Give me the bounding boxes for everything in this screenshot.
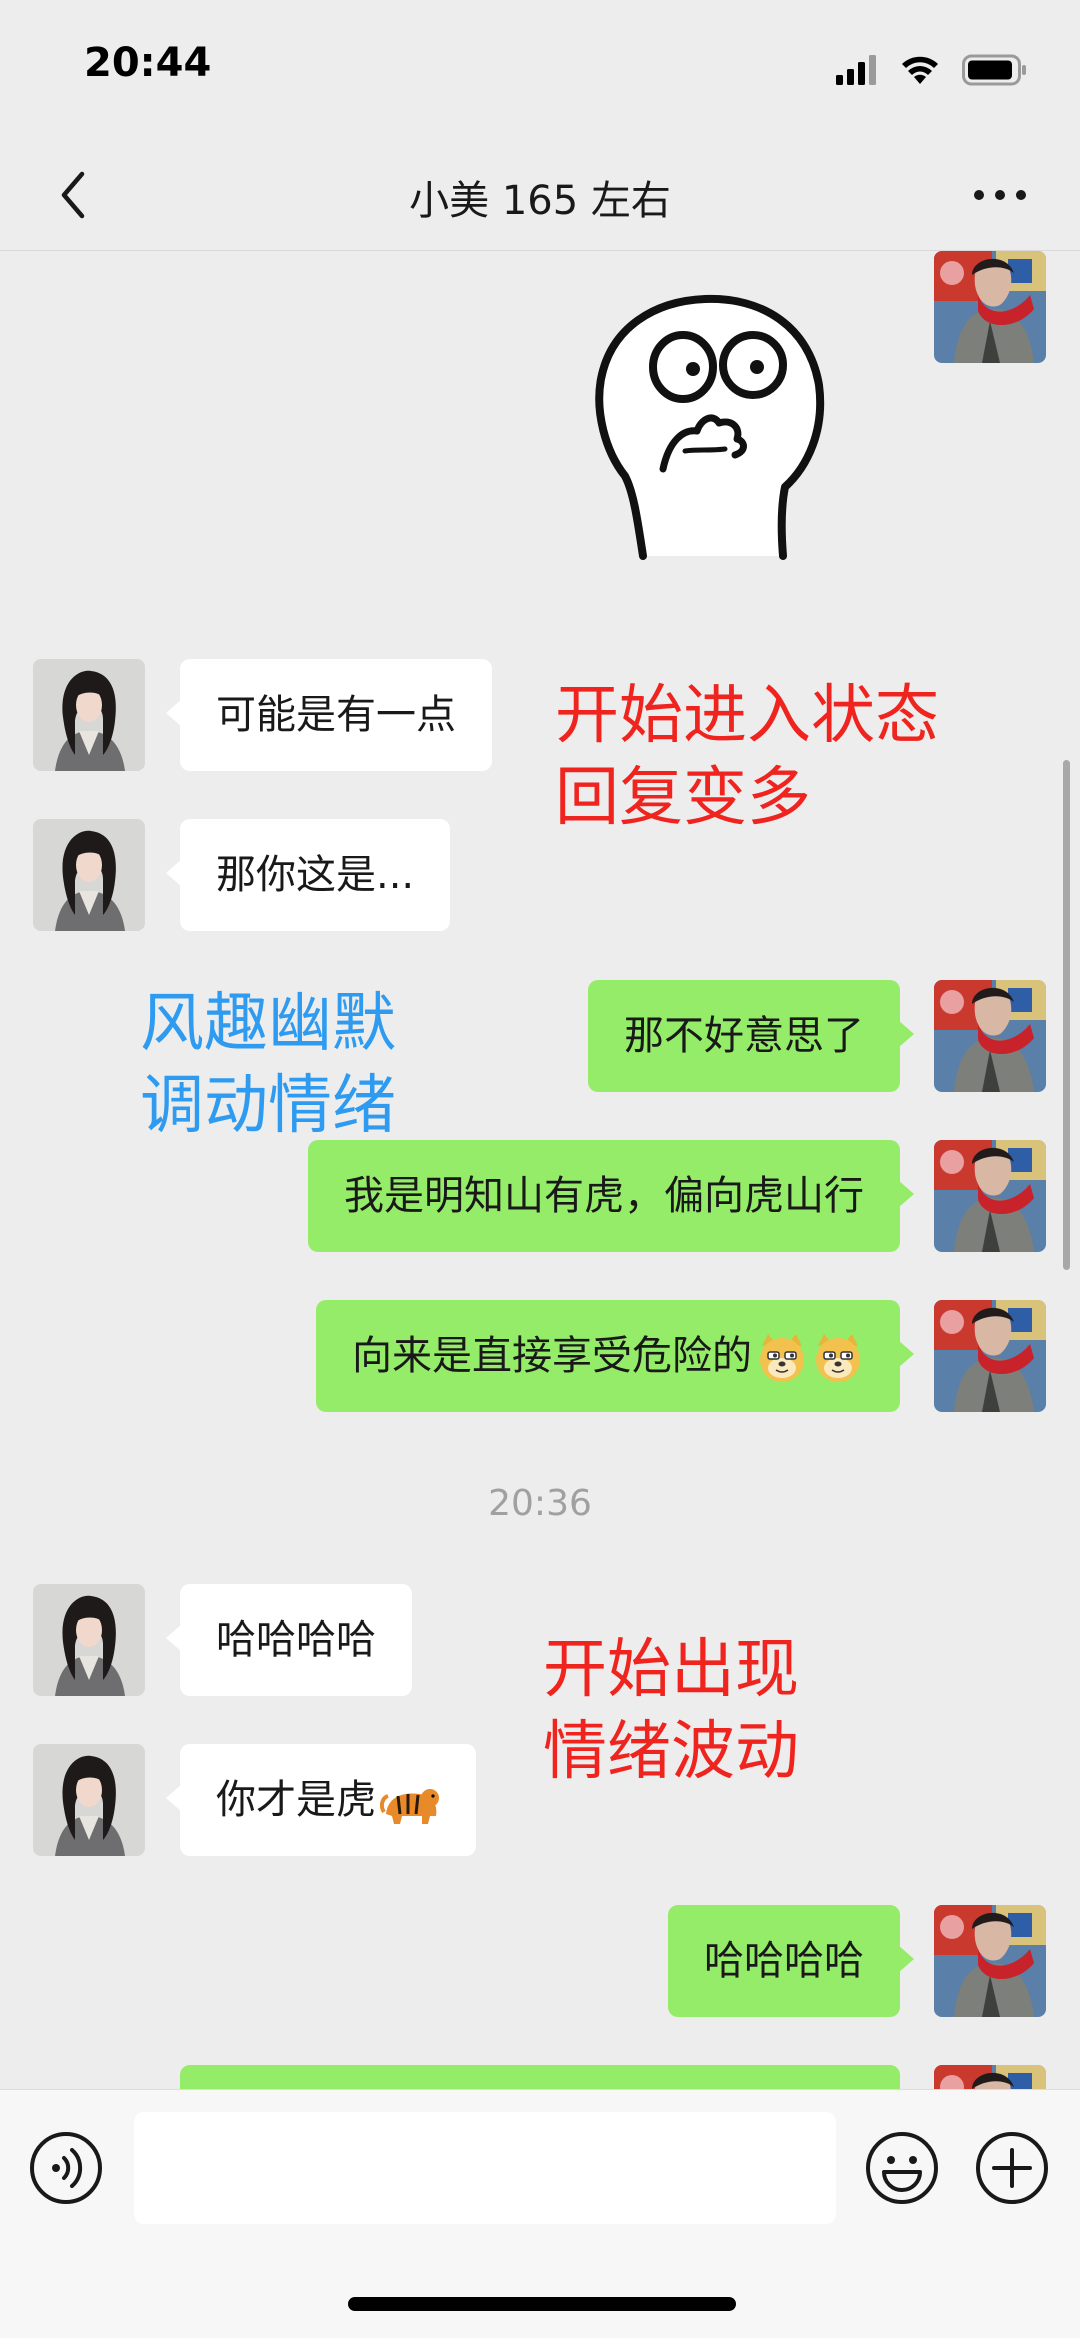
tiger-emoji [380, 1776, 440, 1828]
chat-area[interactable]: 可能是有一点 那你这是... 那不好意思了 我是明知山有虎，偏向虎山行 向来是直… [0, 251, 1080, 2089]
avatar[interactable] [934, 1300, 1046, 1412]
avatar[interactable] [33, 819, 145, 931]
message-text: 哈哈哈哈 [216, 1617, 376, 1663]
message-bubble[interactable]: 哈哈哈哈 [668, 1905, 914, 2017]
signal-icon [836, 55, 876, 85]
message-bubble[interactable]: 可能是有一点 [166, 659, 492, 771]
message-text: 向来是直接享受危险的 [352, 1333, 752, 1379]
scrollbar[interactable] [1063, 760, 1070, 1270]
message-text: 可能是有一点 [216, 692, 456, 738]
doge-emoji [756, 1332, 808, 1384]
message-text: 那不好意思了 [624, 1013, 864, 1059]
cartoon-face-sticker[interactable] [585, 291, 850, 566]
avatar[interactable] [934, 2065, 1046, 2089]
avatar[interactable] [33, 1744, 145, 1856]
annotation-text: 风趣幽默 调动情绪 [140, 987, 396, 1143]
status-icons [836, 50, 1028, 90]
message-input[interactable] [134, 2112, 836, 2224]
message-bubble[interactable]: 那你这是... [165, 819, 451, 931]
voice-button[interactable] [28, 2130, 104, 2206]
home-indicator [348, 2297, 736, 2311]
message-bubble[interactable]: 向来是直接享受危险的 [316, 1300, 914, 1412]
battery-icon [962, 54, 1026, 86]
message-text: 哈哈哈哈 [704, 1938, 864, 1984]
message-bubble[interactable]: 那不好意思了 [588, 980, 914, 1092]
message-text: 你才是虎 [216, 1777, 376, 1823]
time-divider: 20:36 [488, 1483, 592, 1524]
nav-bar: 小美 165 左右 [0, 140, 1080, 251]
avatar[interactable] [934, 1905, 1046, 2017]
emoji-button[interactable] [864, 2130, 940, 2206]
status-bar: 20:44 [0, 0, 1080, 140]
message-text: 那你这是... [216, 852, 415, 898]
doge-emoji [812, 1332, 864, 1384]
message-bubble[interactable]: 你才是虎 [166, 1744, 476, 1856]
status-time: 20:44 [84, 40, 212, 86]
message-text: 我是明知山有虎，偏向虎山行 [344, 1173, 864, 1219]
avatar[interactable] [934, 251, 1046, 363]
avatar[interactable] [33, 1584, 145, 1696]
more-button[interactable] [960, 162, 1040, 228]
avatar[interactable] [934, 1140, 1046, 1252]
avatar[interactable] [934, 980, 1046, 1092]
wifi-icon [902, 56, 938, 84]
annotation-text: 开始进入状态 回复变多 [555, 679, 939, 835]
chat-title: 小美 165 左右 [409, 178, 671, 224]
annotation-text: 开始出现 情绪波动 [543, 1633, 799, 1789]
more-dots-icon [974, 190, 1026, 200]
avatar[interactable] [33, 659, 145, 771]
message-bubble[interactable]: 我是明知山有虎，偏向虎山行 [308, 1140, 914, 1252]
plus-button[interactable] [974, 2130, 1050, 2206]
message-bubble[interactable]: 哈哈哈哈 [166, 1584, 412, 1696]
message-bubble[interactable] [180, 2065, 900, 2089]
